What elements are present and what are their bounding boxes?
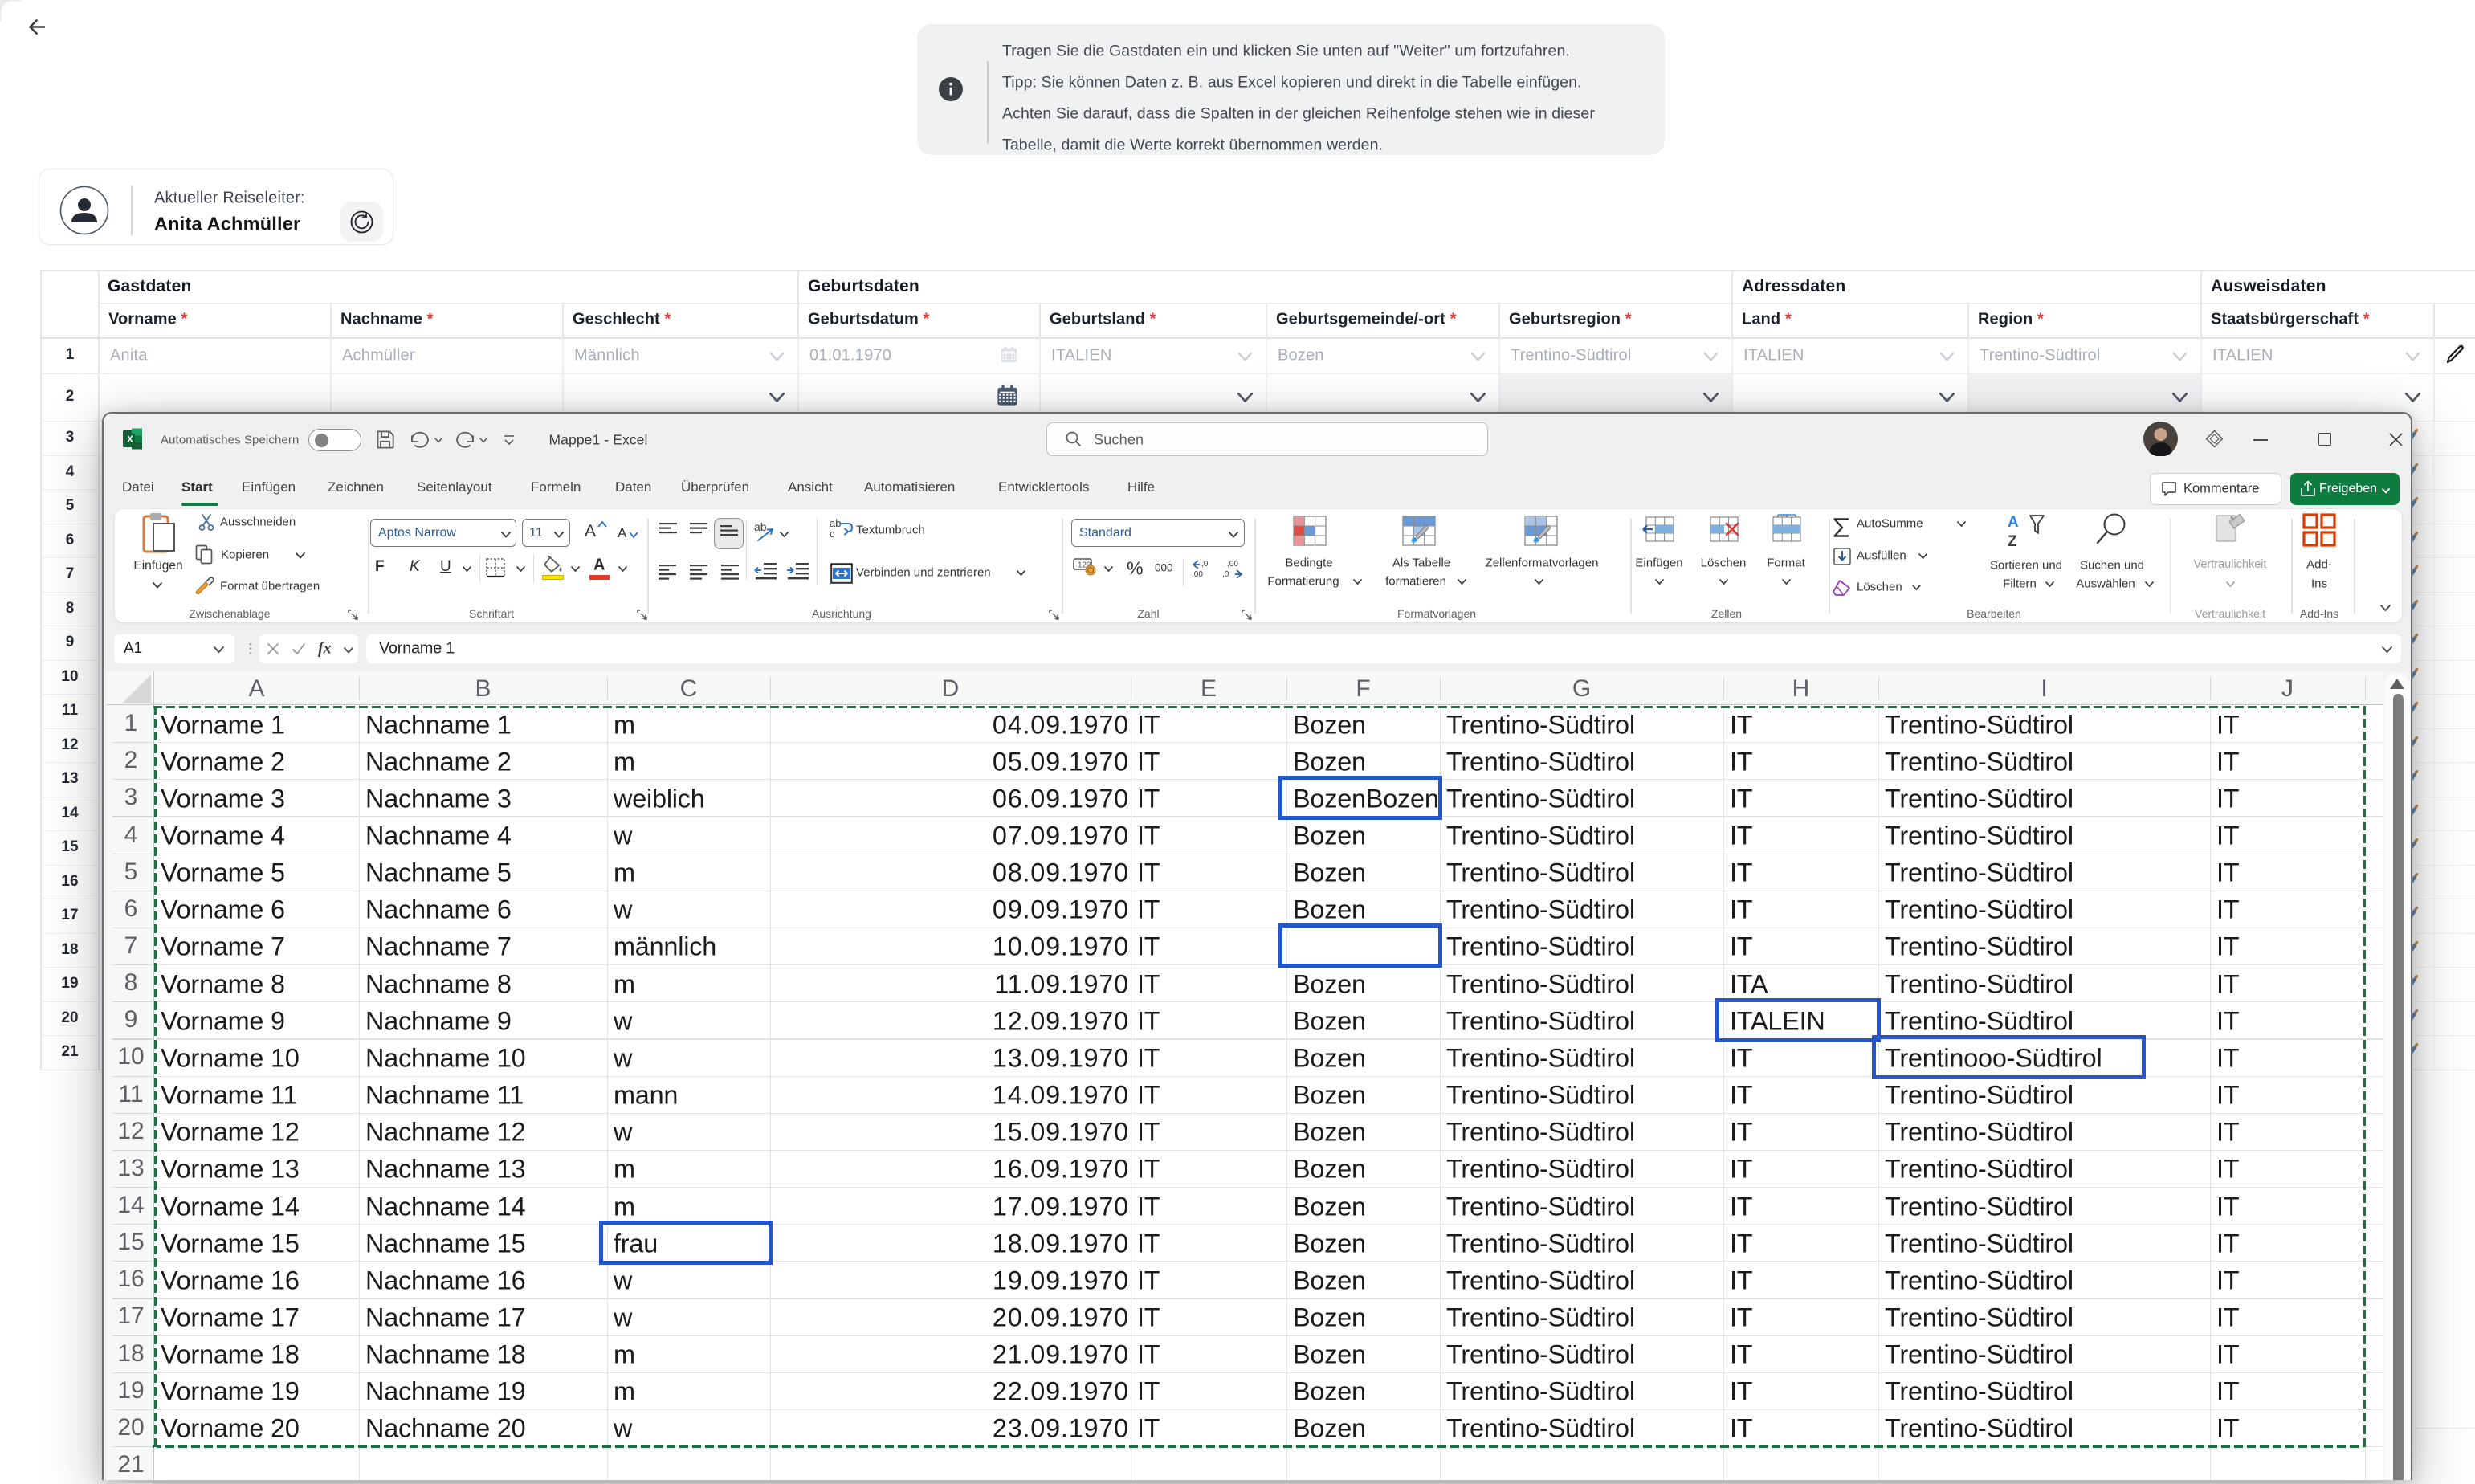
svg-text:,0: ,0 [1222, 570, 1229, 578]
svg-text:A: A [2008, 514, 2019, 531]
svg-text:X: X [127, 435, 133, 445]
svg-text:,00: ,00 [1227, 560, 1238, 569]
svg-text:,00: ,00 [1192, 570, 1203, 578]
svg-text:Z: Z [2008, 533, 2017, 548]
svg-text:c: c [830, 528, 835, 540]
svg-text:,0: ,0 [1201, 560, 1209, 569]
svg-text:ab: ab [754, 520, 767, 533]
